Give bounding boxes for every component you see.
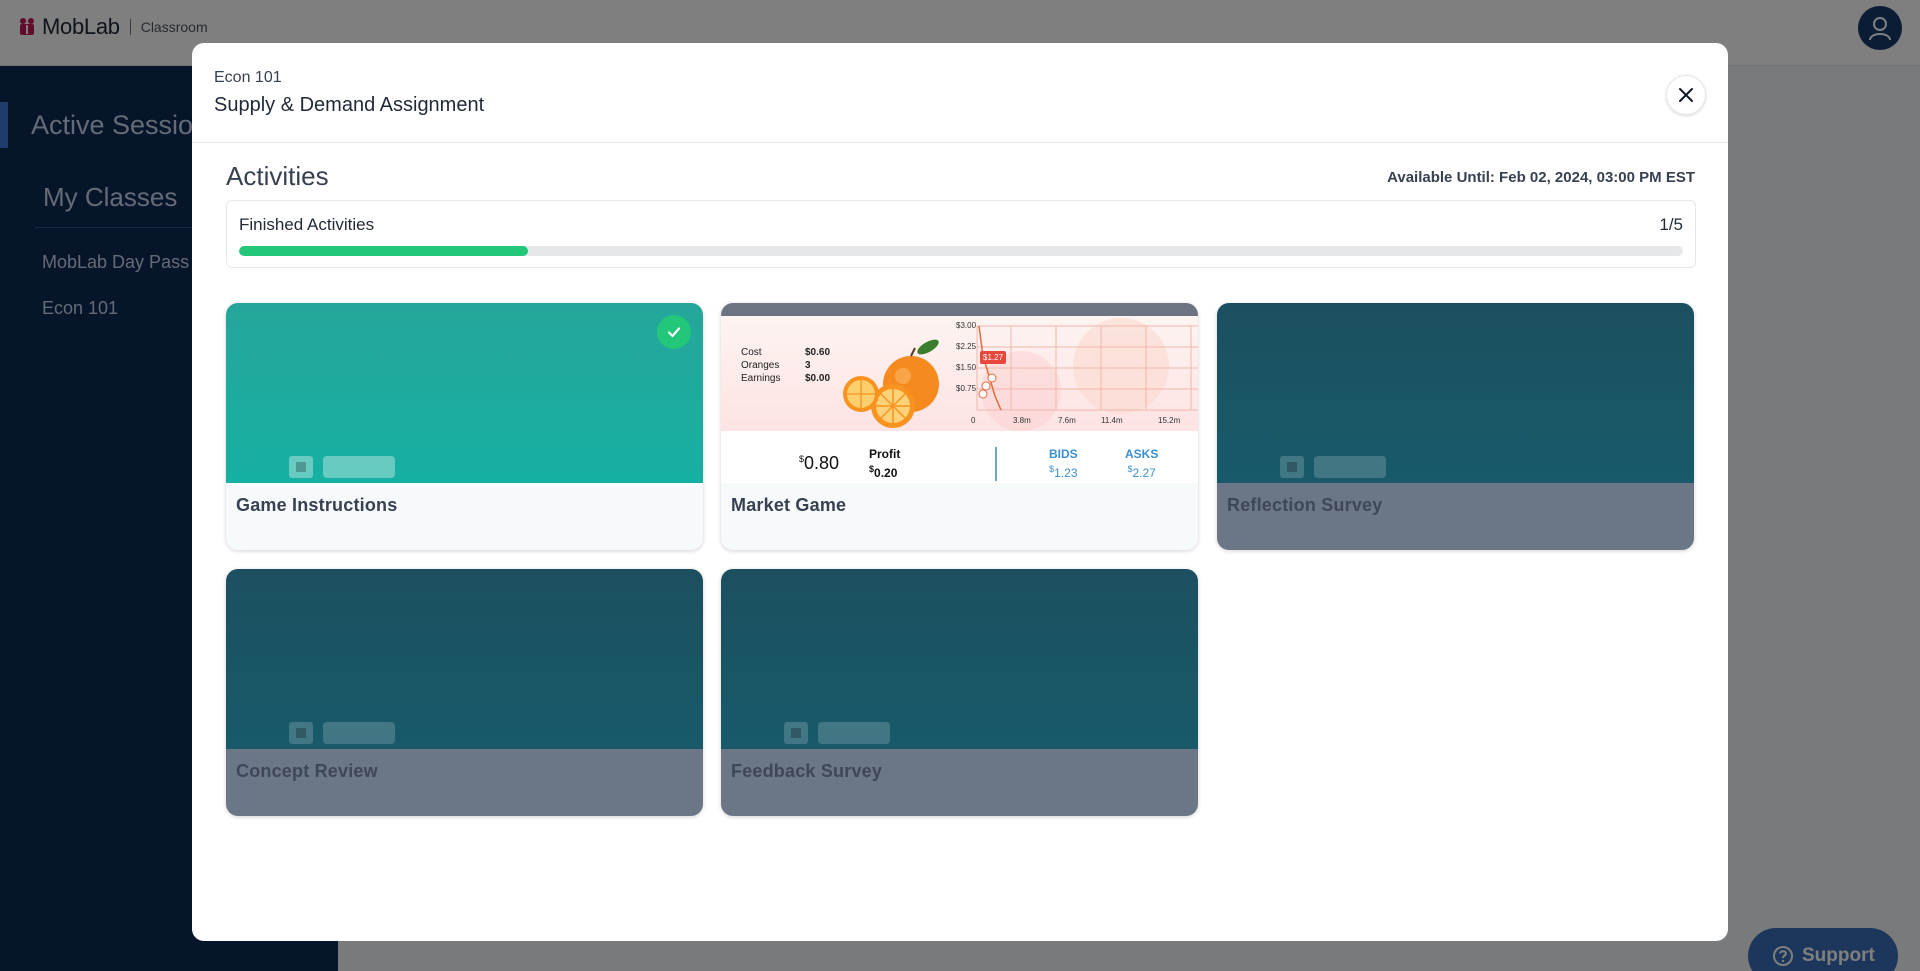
thumbnail-placeholder-bar xyxy=(323,456,395,478)
assignment-modal: Econ 101 Supply & Demand Assignment Acti… xyxy=(192,43,1728,941)
progress-panel: Finished Activities 1/5 xyxy=(226,200,1696,268)
thumbnail-placeholder-icon xyxy=(784,722,808,744)
market-scene: Cost $0.60 Oranges 3 Earnings $0.00 $3.00 $… xyxy=(721,316,1198,431)
y-tick: $2.25 xyxy=(956,342,977,351)
stat-label: Earnings xyxy=(741,373,781,384)
modal-header: Econ 101 Supply & Demand Assignment xyxy=(192,43,1728,143)
price-value: 0.80 xyxy=(804,453,840,473)
stat-value: 3 xyxy=(805,360,811,371)
profit-display: Profit $0.20 xyxy=(869,447,901,480)
x-tick: 0 xyxy=(971,416,976,425)
thumbnail-placeholder-icon xyxy=(1280,456,1304,478)
asks-display: ASKS $2.27 xyxy=(1125,447,1159,480)
progress-fill xyxy=(239,246,528,256)
asks-label: ASKS xyxy=(1125,447,1159,461)
card-footer xyxy=(1217,483,1694,550)
card-title: Market Game xyxy=(731,495,847,515)
current-price: $0.80 xyxy=(799,453,840,473)
activity-card-reflection-survey[interactable]: Reflection Survey xyxy=(1217,303,1694,550)
x-tick: 7.6m xyxy=(1058,416,1076,425)
progress-track xyxy=(239,246,1683,256)
progress-count: 1/5 xyxy=(1659,215,1683,234)
activity-card-feedback-survey[interactable]: Feedback Survey xyxy=(721,569,1198,816)
x-tick: 11.4m xyxy=(1101,416,1123,425)
price-marker: $1.27 xyxy=(983,353,1004,362)
market-game-thumbnail: Cost $0.60 Oranges 3 Earnings $0.00 $3.00 $… xyxy=(721,303,1198,483)
card-title: Concept Review xyxy=(236,761,378,781)
x-tick: 15.2m xyxy=(1158,416,1181,425)
x-tick: 3.8m xyxy=(1013,416,1031,425)
card-footer xyxy=(226,749,703,816)
thumbnail-header-strip xyxy=(721,303,1198,316)
card-footer xyxy=(721,749,1198,816)
y-tick: $1.50 xyxy=(956,363,977,372)
ticker-divider xyxy=(995,447,997,481)
stat-value: $0.00 xyxy=(805,373,831,384)
activities-heading: Activities xyxy=(226,161,329,191)
profit-label: Profit xyxy=(869,447,901,461)
card-title: Game Instructions xyxy=(236,495,398,515)
market-stats: Cost $0.60 Oranges 3 Earnings $0.00 xyxy=(741,346,830,385)
thumbnail-placeholder-icon xyxy=(289,456,313,478)
completed-check-icon xyxy=(657,315,691,349)
bids-display: BIDS $1.23 xyxy=(1049,447,1078,480)
profit-value: 0.20 xyxy=(874,466,898,480)
course-name: Econ 101 xyxy=(214,69,282,86)
y-tick: $3.00 xyxy=(956,321,977,330)
asks-value: 2.27 xyxy=(1132,466,1156,480)
progress-label: Finished Activities xyxy=(239,215,375,234)
stat-value: $0.60 xyxy=(805,347,831,358)
bids-value: 1.23 xyxy=(1054,466,1078,480)
thumbnail-placeholder-bar xyxy=(323,722,395,744)
close-icon xyxy=(1679,88,1693,102)
activity-card-game-instructions[interactable]: Game Instructions xyxy=(226,303,703,550)
close-button[interactable] xyxy=(1666,75,1706,115)
card-title: Feedback Survey xyxy=(731,761,883,781)
card-title: Reflection Survey xyxy=(1227,495,1383,515)
thumbnail-placeholder-bar xyxy=(1314,456,1386,478)
assignment-title: Supply & Demand Assignment xyxy=(214,94,485,116)
activity-card-concept-review[interactable]: Concept Review xyxy=(226,569,703,816)
stat-label: Cost xyxy=(741,347,762,358)
y-tick: $0.75 xyxy=(956,384,977,393)
activity-card-market-game[interactable]: Cost $0.60 Oranges 3 Earnings $0.00 $3.00 $… xyxy=(721,303,1198,550)
thumbnail-placeholder-icon xyxy=(289,722,313,744)
thumbnail-placeholder-bar xyxy=(818,722,890,744)
available-until: Available Until: Feb 02, 2024, 03:00 PM … xyxy=(1387,169,1695,186)
bids-label: BIDS xyxy=(1049,447,1078,461)
stat-label: Oranges xyxy=(741,360,780,371)
